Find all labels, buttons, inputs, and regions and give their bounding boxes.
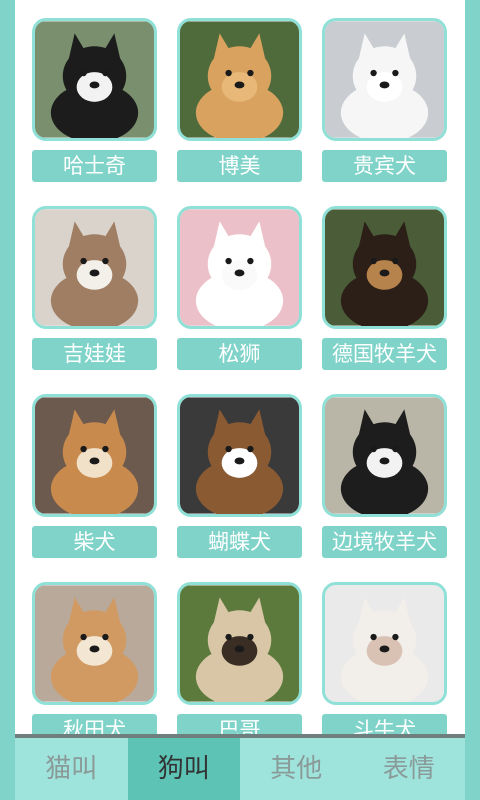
dog-item[interactable]: 柴犬 [32,394,157,558]
dog-item[interactable]: 松狮 [177,206,302,370]
dog-item[interactable]: 巴哥 [177,582,302,746]
dog-item[interactable]: 哈士奇 [32,18,157,182]
dog-photo[interactable] [32,582,157,705]
dog-illustration [325,397,444,514]
dog-illustration [35,21,154,138]
dog-illustration [180,21,299,138]
dog-illustration [35,397,154,514]
dog-photo[interactable] [32,18,157,141]
dog-photo[interactable] [177,18,302,141]
dog-photo[interactable] [322,206,447,329]
dog-photo[interactable] [322,18,447,141]
dog-photo[interactable] [177,582,302,705]
dog-photo[interactable] [32,206,157,329]
dog-illustration [35,585,154,702]
dog-photo[interactable] [177,206,302,329]
dog-illustration [35,209,154,326]
dog-item[interactable]: 德国牧羊犬 [322,206,447,370]
dog-label[interactable]: 贵宾犬 [322,150,447,182]
dog-item[interactable]: 博美 [177,18,302,182]
dog-label[interactable]: 哈士奇 [32,150,157,182]
dog-photo[interactable] [177,394,302,517]
dog-item[interactable]: 秋田犬 [32,582,157,746]
dog-label[interactable]: 柴犬 [32,526,157,558]
tab-cat-sounds[interactable]: 猫叫 [15,738,128,800]
dog-label[interactable]: 吉娃娃 [32,338,157,370]
dog-item[interactable]: 吉娃娃 [32,206,157,370]
dog-illustration [325,209,444,326]
dog-label[interactable]: 边境牧羊犬 [322,526,447,558]
dog-item[interactable]: 贵宾犬 [322,18,447,182]
dog-photo[interactable] [322,394,447,517]
dog-illustration [180,585,299,702]
dog-illustration [180,397,299,514]
dog-illustration [325,585,444,702]
tab-expressions[interactable]: 表情 [353,738,466,800]
dog-photo[interactable] [322,582,447,705]
bottom-tab-bar: 猫叫 狗叫 其他 表情 [15,734,465,800]
dog-label[interactable]: 德国牧羊犬 [322,338,447,370]
dog-illustration [180,209,299,326]
dog-label[interactable]: 蝴蝶犬 [177,526,302,558]
dog-label[interactable]: 松狮 [177,338,302,370]
dog-item[interactable]: 斗牛犬 [322,582,447,746]
dog-photo[interactable] [32,394,157,517]
dog-item[interactable]: 边境牧羊犬 [322,394,447,558]
dog-item[interactable]: 蝴蝶犬 [177,394,302,558]
dog-label[interactable]: 博美 [177,150,302,182]
tab-dog-sounds[interactable]: 狗叫 [127,738,240,800]
dog-illustration [325,21,444,138]
tab-other-sounds[interactable]: 其他 [240,738,353,800]
content-panel: 哈士奇 博美 贵宾犬吉娃娃 松狮 德国牧羊犬柴犬 蝴蝶犬 边境牧羊犬秋田犬 巴哥 斗牛犬 [15,0,465,800]
